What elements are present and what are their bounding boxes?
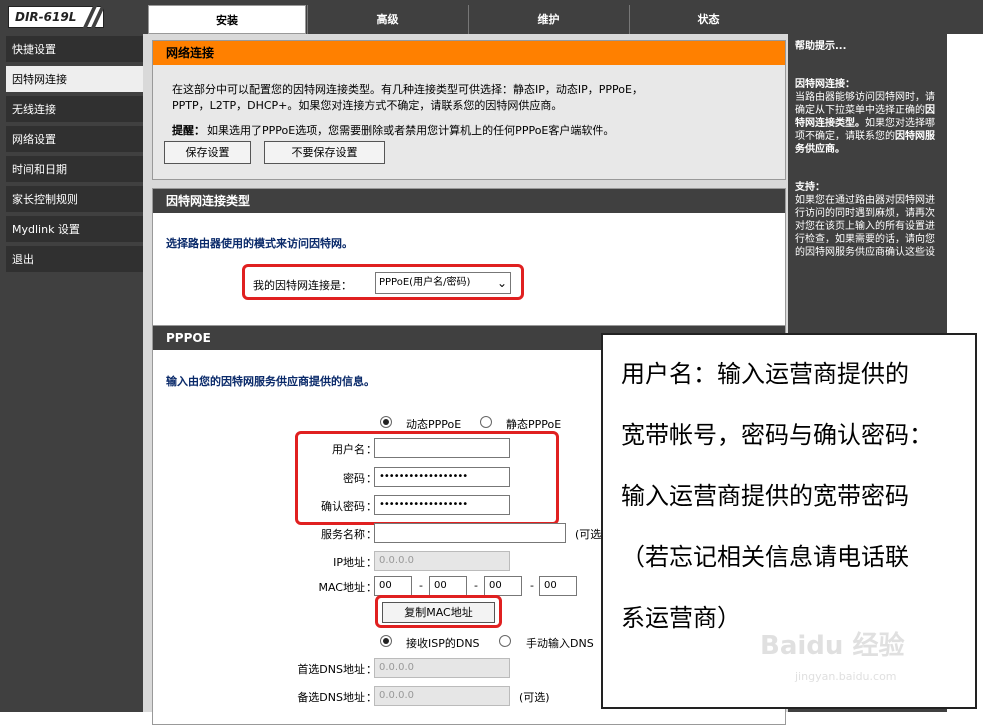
tab-setup[interactable]: 安装 <box>148 5 306 34</box>
callout-line: 输入运营商提供的宽带密码 <box>621 482 909 510</box>
logo-text: DIR-619L <box>15 10 77 24</box>
service-name-label: 服务名称 <box>321 528 365 541</box>
help-title: 帮助提示... <box>795 41 847 52</box>
callout-line: 用户名：输入运营商提供的 <box>621 360 909 388</box>
network-connection-panel: 网络连接 在这部分中可以配置您的因特网连接类型。有几种连接类型可供选择：静态IP… <box>152 40 786 180</box>
baidu-watermark-url: jingyan.baidu.com <box>795 670 897 683</box>
static-pppoe-label: 静态PPPoE <box>506 418 562 431</box>
tab-maintenance[interactable]: 维护 <box>468 5 628 34</box>
dynamic-pppoe-label: 动态PPPoE <box>406 418 462 431</box>
panel-title: 网络连接 <box>153 41 785 65</box>
mac-field-2[interactable]: 00 <box>429 576 467 596</box>
mac-field-1[interactable]: 00 <box>374 576 412 596</box>
dont-save-button[interactable]: 不要保存设置 <box>264 141 385 164</box>
mac-separator: - <box>530 579 534 592</box>
ip-address-input[interactable]: 0.0.0.0 <box>374 551 510 571</box>
dynamic-pppoe-radio[interactable] <box>380 416 392 428</box>
save-button[interactable]: 保存设置 <box>164 141 251 164</box>
primary-dns-label: 首选DNS地址 <box>297 663 365 676</box>
service-optional-label: (可选 <box>575 528 602 541</box>
tab-advanced[interactable]: 高级 <box>307 5 467 34</box>
sidebar-item-time[interactable]: 时间和日期 <box>6 156 143 184</box>
network-description-line2: PPTP，L2TP，DHCP+。如果您对连接方式不确定，请联系您的因特网供应商。 <box>172 99 563 112</box>
pppoe-instruction: 输入由您的因特网服务供应商提供的信息。 <box>166 375 375 388</box>
network-description-line1: 在这部分中可以配置您的因特网连接类型。有几种连接类型可供选择：静态IP，动态IP… <box>172 83 643 96</box>
static-pppoe-radio[interactable] <box>480 416 492 428</box>
callout-line: （若忘记相关信息请电话联 <box>621 543 909 571</box>
highlight-box <box>375 595 502 628</box>
panel-title: 因特网连接类型 <box>153 189 785 213</box>
ip-address-label: IP地址 <box>333 556 365 569</box>
note-label: 提醒： <box>172 124 205 137</box>
secondary-dns-input[interactable]: 0.0.0.0 <box>374 686 510 706</box>
mac-address-label: MAC地址 <box>318 581 365 594</box>
sidebar-item-internet[interactable]: 因特网连接 <box>6 66 143 94</box>
callout-line: 宽带帐号，密码与确认密码： <box>621 421 933 449</box>
secondary-dns-optional: (可选) <box>519 691 550 704</box>
help-support-text: 如果您在通过路由器对因特网进行访问的同时遇到麻烦，请再次对您在该页上输入的所有设… <box>795 195 935 258</box>
dns-auto-label: 接收ISP的DNS <box>406 637 480 650</box>
baidu-watermark: Baidu 经验 <box>760 631 905 661</box>
sidebar-item-mydlink[interactable]: Mydlink 设置 <box>6 216 143 244</box>
secondary-dns-label: 备选DNS地址 <box>297 691 365 704</box>
dlink-logo: DIR-619L <box>8 5 106 33</box>
dns-manual-radio[interactable] <box>499 635 511 647</box>
sidebar-item-logout[interactable]: 退出 <box>6 246 143 274</box>
primary-dns-input[interactable]: 0.0.0.0 <box>374 658 510 678</box>
mac-separator: - <box>474 579 478 592</box>
sidebar-item-parental[interactable]: 家长控制规则 <box>6 186 143 214</box>
mac-field-3[interactable]: 00 <box>484 576 522 596</box>
service-name-input[interactable] <box>374 523 566 543</box>
highlight-box <box>295 431 559 525</box>
dns-auto-radio[interactable] <box>380 635 392 647</box>
help-support-heading: 支持： <box>795 182 825 193</box>
dns-manual-label: 手动输入DNS <box>526 637 594 650</box>
sidebar-item-wireless[interactable]: 无线连接 <box>6 96 143 124</box>
help-text: 当路由器能够访问因特网时，请确定从下拉菜单中选择正确的 <box>795 92 935 116</box>
note-text: 如果选用了PPPoE选项，您需要删除或者禁用您计算机上的任何PPPoE客户端软件… <box>207 124 615 137</box>
mac-separator: - <box>419 579 423 592</box>
help-internet-heading: 因特网连接： <box>795 79 855 90</box>
connection-type-panel: 因特网连接类型 选择路由器使用的模式来访问因特网。 我的因特网连接是： PPPo… <box>152 188 786 346</box>
sidebar-item-quick-setup[interactable]: 快捷设置 <box>6 36 143 64</box>
sidebar-item-network[interactable]: 网络设置 <box>6 126 143 154</box>
connection-type-instruction: 选择路由器使用的模式来访问因特网。 <box>166 237 353 250</box>
highlight-box <box>242 264 524 300</box>
tab-status[interactable]: 状态 <box>629 5 787 34</box>
mac-field-4[interactable]: 00 <box>539 576 577 596</box>
help-internet-text: 当路由器能够访问因特网时，请确定从下拉菜单中选择正确的因特网连接类型。如果您对选… <box>795 91 940 156</box>
